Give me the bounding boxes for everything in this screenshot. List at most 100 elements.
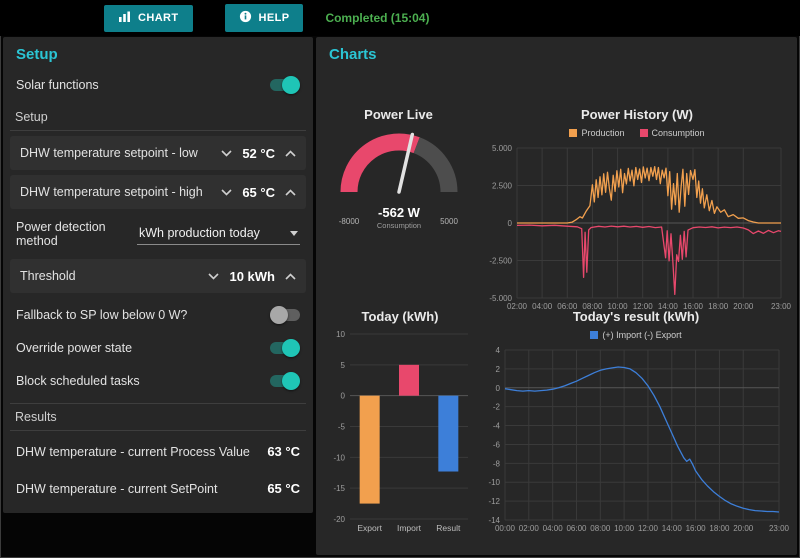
gauge-svg: -562 WConsumption -8000 5000: [338, 132, 458, 230]
solar-functions-toggle[interactable]: [270, 75, 300, 94]
svg-text:Result: Result: [436, 523, 461, 533]
power-detection-value: kWh production today: [139, 226, 260, 240]
sp-low-stepper: 52 °C: [219, 146, 298, 161]
svg-text:16:00: 16:00: [686, 524, 707, 533]
block-tasks-row: Block scheduled tasks: [3, 364, 313, 397]
chevron-up-icon[interactable]: [283, 270, 298, 283]
override-row: Override power state: [3, 331, 313, 364]
power-history-legend: Production Consumption: [481, 126, 793, 140]
sp-low-label: DHW temperature setpoint - low: [20, 146, 198, 160]
chevron-up-icon[interactable]: [283, 186, 298, 199]
chevron-down-icon[interactable]: [219, 147, 234, 160]
chart-tab-label: CHART: [138, 12, 179, 24]
power-history-block: Power History (W) Production Consumption …: [481, 107, 793, 319]
line-chart-svg: 02:00 04:00 06:00 08:00 10:00 12:00 14:00 16:00…: [489, 144, 791, 311]
svg-text:0: 0: [508, 219, 513, 228]
setup-panel-title: Setup: [16, 46, 58, 63]
chevron-up-icon[interactable]: [283, 147, 298, 160]
threshold-label: Threshold: [20, 269, 76, 283]
override-label: Override power state: [16, 340, 133, 355]
threshold-row: Threshold 10 kWh: [10, 259, 306, 293]
power-live-block: Power Live -562 W Consumption -8000 5000: [316, 107, 481, 245]
block-tasks-toggle[interactable]: [270, 371, 300, 390]
svg-text:0: 0: [341, 392, 346, 401]
legend-swatch: [569, 129, 578, 137]
svg-text:-14: -14: [488, 516, 500, 525]
power-detection-select[interactable]: kWh production today: [137, 223, 300, 245]
charts-panel-title: Charts: [329, 46, 377, 63]
svg-text:10:00: 10:00: [614, 524, 635, 533]
svg-text:06:00: 06:00: [566, 524, 587, 533]
svg-text:23:00: 23:00: [769, 524, 790, 533]
bar-export: [359, 395, 380, 504]
chevron-down-icon[interactable]: [206, 270, 221, 283]
svg-text:10: 10: [336, 330, 345, 339]
sp-high-stepper: 65 °C: [219, 185, 298, 200]
caret-down-icon: [290, 230, 298, 236]
top-bar: CHART HELP Completed (15:04): [0, 0, 800, 36]
svg-text:-5: -5: [338, 423, 346, 432]
svg-text:-5.000: -5.000: [489, 294, 512, 303]
setup-panel: Setup Solar functions Setup DHW temperat…: [3, 37, 313, 513]
setpoint-value: 65 °C: [267, 481, 300, 496]
toggle-knob: [282, 371, 300, 390]
sp-low-value: 52 °C: [242, 145, 275, 161]
section-results: Results: [10, 403, 306, 431]
fallback-toggle[interactable]: [270, 305, 300, 324]
todays-result-legend: (+) Import (-) Export: [479, 328, 793, 342]
setpoint-row: DHW temperature - current SetPoint 65 °C: [3, 470, 313, 507]
svg-text:18:00: 18:00: [709, 524, 730, 533]
chart-icon: [118, 11, 131, 26]
svg-text:12:00: 12:00: [638, 524, 659, 533]
today-bars-block: Today (kWh) 10 5 0 -5 -10 -15 -20 Export Import R…: [322, 309, 478, 540]
process-value-row: DHW temperature - current Process Value …: [3, 433, 313, 470]
process-value-label: DHW temperature - current Process Value: [16, 444, 250, 459]
bar-chart-svg: 10 5 0 -5 -10 -15 -20 Export Import Result: [333, 330, 468, 533]
legend-label: Production: [581, 128, 625, 138]
power-live-title: Power Live: [364, 107, 433, 122]
power-live-gauge: -562 W Consumption -8000 5000: [316, 128, 481, 245]
fallback-label: Fallback to SP low below 0 W?: [16, 307, 188, 322]
power-detection-row: Power detection method kWh production to…: [3, 214, 313, 254]
svg-text:5.000: 5.000: [492, 144, 513, 153]
svg-text:4: 4: [496, 346, 501, 355]
svg-text:2.500: 2.500: [492, 182, 513, 191]
bar-result: [438, 395, 459, 472]
svg-text:-15: -15: [333, 484, 345, 493]
power-detection-label: Power detection method: [16, 220, 106, 248]
dashboard-screen: CHART HELP Completed (15:04) Setup Solar…: [0, 0, 800, 558]
svg-text:-10: -10: [488, 478, 500, 487]
legend-label: Consumption: [651, 128, 705, 138]
svg-text:Import: Import: [397, 523, 422, 533]
svg-text:08:00: 08:00: [590, 524, 611, 533]
override-toggle[interactable]: [270, 338, 300, 357]
todays-result-block: Today's result (kWh) (+) Import (-) Expo…: [479, 309, 793, 541]
svg-text:-2: -2: [493, 403, 501, 412]
today-bar-chart: 10 5 0 -5 -10 -15 -20 Export Import Result: [322, 330, 478, 540]
section-setup: Setup: [10, 104, 306, 131]
svg-text:-8: -8: [493, 459, 501, 468]
legend-item[interactable]: (+) Import (-) Export: [590, 330, 682, 340]
svg-text:20:00: 20:00: [733, 524, 754, 533]
today-bars-title: Today (kWh): [361, 309, 439, 324]
svg-text:-6: -6: [493, 440, 501, 449]
legend-item[interactable]: Consumption: [639, 128, 705, 138]
svg-text:04:00: 04:00: [543, 524, 564, 533]
legend-swatch: [590, 331, 599, 339]
help-tab-button[interactable]: HELP: [224, 4, 304, 32]
svg-text:02:00: 02:00: [519, 524, 540, 533]
svg-text:2: 2: [496, 365, 501, 374]
svg-text:-20: -20: [333, 515, 345, 524]
process-value: 63 °C: [267, 444, 300, 459]
status-text: Completed (15:04): [325, 11, 430, 25]
power-history-chart: 02:00 04:00 06:00 08:00 10:00 12:00 14:00 16:00…: [481, 144, 793, 319]
help-tab-label: HELP: [258, 12, 290, 24]
line-chart-svg: 00:00 02:00 04:00 06:00 08:00 10:00 12:00 14:00…: [488, 346, 790, 533]
chevron-down-icon[interactable]: [219, 186, 234, 199]
info-icon: [239, 10, 252, 26]
toggle-knob: [282, 338, 300, 357]
svg-text:-8000: -8000: [338, 217, 359, 226]
svg-text:00:00: 00:00: [495, 524, 516, 533]
legend-item[interactable]: Production: [569, 128, 625, 138]
chart-tab-button[interactable]: CHART: [104, 4, 193, 32]
